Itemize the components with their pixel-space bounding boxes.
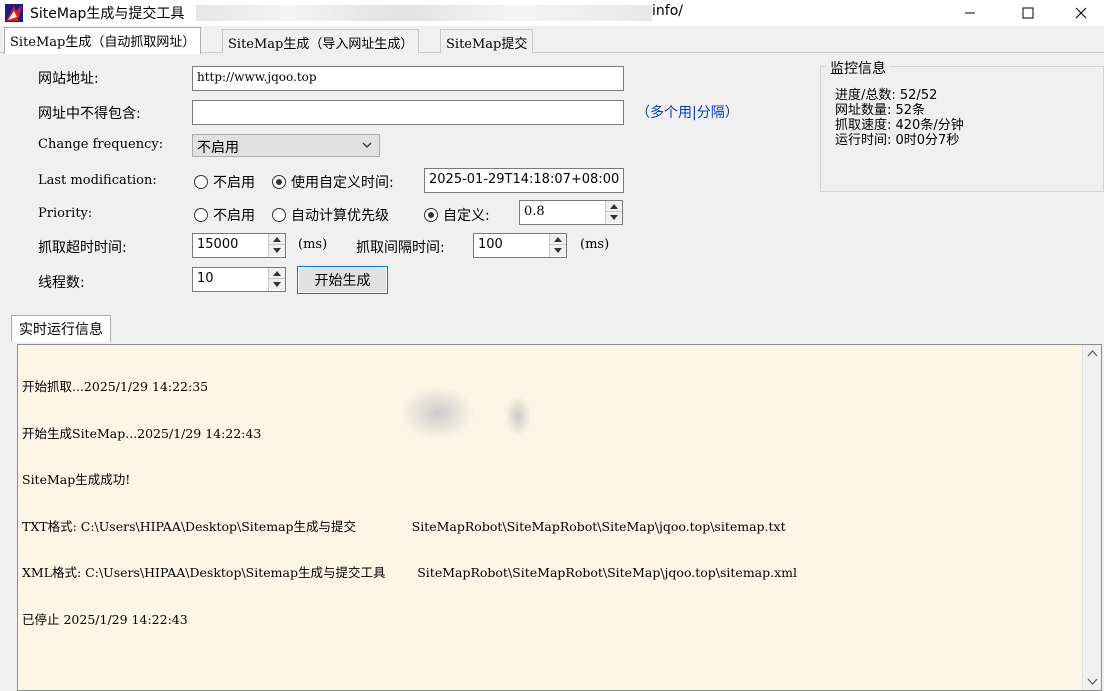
timeout-value: 15000 — [197, 237, 239, 252]
tab-auto-crawl[interactable]: SiteMap生成（自动抓取网址） — [4, 27, 202, 54]
tab-realtime-info[interactable]: 实时运行信息 — [11, 315, 111, 342]
triangle-up-icon — [610, 203, 618, 209]
priority-off-radio[interactable]: 不启用 — [194, 205, 255, 225]
stepper-down-button[interactable] — [606, 212, 622, 223]
priority-off-label: 不启用 — [213, 208, 255, 224]
lastmod-custom-radio[interactable]: 使用自定义时间: — [272, 172, 394, 192]
triangle-down-icon — [273, 282, 281, 287]
interval-unit: (ms) — [580, 237, 610, 252]
monitor-progress: 进度/总数: 52/52 — [835, 88, 938, 103]
stepper-buttons — [268, 234, 285, 257]
site-url-input[interactable]: http://www.jqoo.top — [192, 66, 624, 91]
maximize-icon — [1022, 7, 1034, 19]
triangle-down-icon — [273, 248, 281, 253]
log-textarea[interactable]: 开始抓取...2025/1/29 14:22:35 开始生成SiteMap...… — [17, 344, 1102, 691]
stepper-buttons — [268, 268, 285, 291]
triangle-down-icon — [610, 215, 618, 220]
window-title: SiteMap生成与提交工具 — [30, 6, 185, 22]
log-line: SiteMap生成成功! — [22, 472, 131, 487]
lastmod-off-radio[interactable]: 不启用 — [194, 172, 255, 192]
log-line: XML格式: C:\Users\HIPAA\Desktop\Sitemap生成与… — [22, 565, 798, 580]
exclude-label: 网址中不得包含: — [38, 106, 141, 122]
lastmod-off-label: 不启用 — [213, 175, 255, 191]
minimize-icon — [965, 12, 975, 14]
monitor-speed: 抓取速度: 420条/分钟 — [835, 118, 964, 133]
log-scrollbar[interactable] — [1082, 345, 1101, 690]
stepper-down-button[interactable] — [269, 279, 285, 290]
triangle-up-icon — [554, 236, 562, 242]
stepper-up-button[interactable] — [269, 234, 285, 245]
main-tabstrip: SiteMap生成（自动抓取网址） SiteMap生成（导入网址生成） Site… — [0, 27, 1104, 54]
radio-circle — [194, 175, 208, 189]
minimize-button[interactable] — [947, 0, 993, 26]
monitor-runtime: 运行时间: 0时0分7秒 — [835, 133, 960, 148]
priority-custom-label: 自定义: — [443, 208, 490, 224]
tab-import-urls[interactable]: SiteMap生成（导入网址生成） — [222, 29, 420, 53]
triangle-up-icon — [273, 236, 281, 242]
lastmod-input[interactable]: 2025-01-29T14:18:07+08:00 — [424, 168, 624, 193]
interval-value: 100 — [478, 237, 503, 252]
title-redacted-area — [196, 5, 652, 21]
priority-stepper[interactable]: 0.8 — [519, 200, 623, 225]
priority-value: 0.8 — [524, 204, 545, 219]
changefreq-value: 不启用 — [197, 140, 239, 156]
radio-circle-checked — [424, 208, 438, 222]
stepper-up-button[interactable] — [269, 268, 285, 279]
tab-submit[interactable]: SiteMap提交 — [440, 29, 534, 53]
timeout-label: 抓取超时时间: — [38, 240, 127, 256]
stepper-buttons — [605, 201, 622, 224]
exclude-input[interactable] — [192, 100, 624, 125]
scroll-down-icon — [1087, 678, 1098, 685]
radio-circle-checked — [272, 175, 286, 189]
radio-circle — [272, 208, 286, 222]
stepper-up-button[interactable] — [606, 201, 622, 212]
priority-custom-radio[interactable]: 自定义: — [424, 205, 490, 225]
triangle-up-icon — [273, 270, 281, 276]
log-redacted-area — [400, 386, 475, 440]
lastmod-label: Last modification: — [38, 173, 157, 188]
timeout-stepper[interactable]: 15000 — [192, 233, 286, 258]
log-redacted-area — [505, 396, 531, 436]
log-line: TXT格式: C:\Users\HIPAA\Desktop\Sitemap生成与… — [22, 518, 786, 534]
threads-label: 线程数: — [38, 275, 85, 291]
close-icon — [1075, 7, 1087, 19]
monitor-title: 监控信息 — [827, 58, 889, 78]
radio-circle — [194, 208, 208, 222]
site-url-label: 网站地址: — [38, 71, 99, 87]
window-title-suffix: info/ — [652, 3, 683, 19]
lastmod-custom-label: 使用自定义时间: — [291, 175, 394, 191]
log-tabstrip: 实时运行信息 — [8, 315, 1104, 342]
timeout-unit: (ms) — [298, 237, 328, 252]
start-generate-button[interactable]: 开始生成 — [297, 266, 388, 294]
changefreq-select[interactable]: 不启用 — [192, 134, 380, 157]
monitor-url-count: 网址数量: 52条 — [835, 103, 926, 118]
title-bar: SiteMap生成与提交工具 info/ — [0, 0, 1104, 26]
interval-label: 抓取间隔时间: — [356, 240, 445, 256]
changefreq-label: Change frequency: — [38, 137, 164, 152]
chevron-down-icon — [362, 142, 372, 148]
priority-label: Priority: — [38, 206, 93, 221]
scroll-up-icon — [1087, 350, 1098, 357]
exclude-hint: （多个用|分隔） — [636, 105, 739, 121]
priority-auto-radio[interactable]: 自动计算优先级 — [272, 205, 389, 225]
interval-stepper[interactable]: 100 — [473, 233, 567, 258]
maximize-button[interactable] — [1005, 0, 1051, 26]
stepper-buttons — [549, 234, 566, 257]
app-icon — [5, 4, 23, 22]
close-button[interactable] — [1058, 0, 1104, 26]
priority-auto-label: 自动计算优先级 — [291, 208, 389, 224]
stepper-up-button[interactable] — [550, 234, 566, 245]
threads-stepper[interactable]: 10 — [192, 267, 286, 292]
stepper-down-button[interactable] — [550, 245, 566, 256]
triangle-down-icon — [554, 248, 562, 253]
stepper-down-button[interactable] — [269, 245, 285, 256]
log-line: 已停止 2025/1/29 14:22:43 — [22, 611, 188, 627]
threads-value: 10 — [197, 271, 214, 286]
